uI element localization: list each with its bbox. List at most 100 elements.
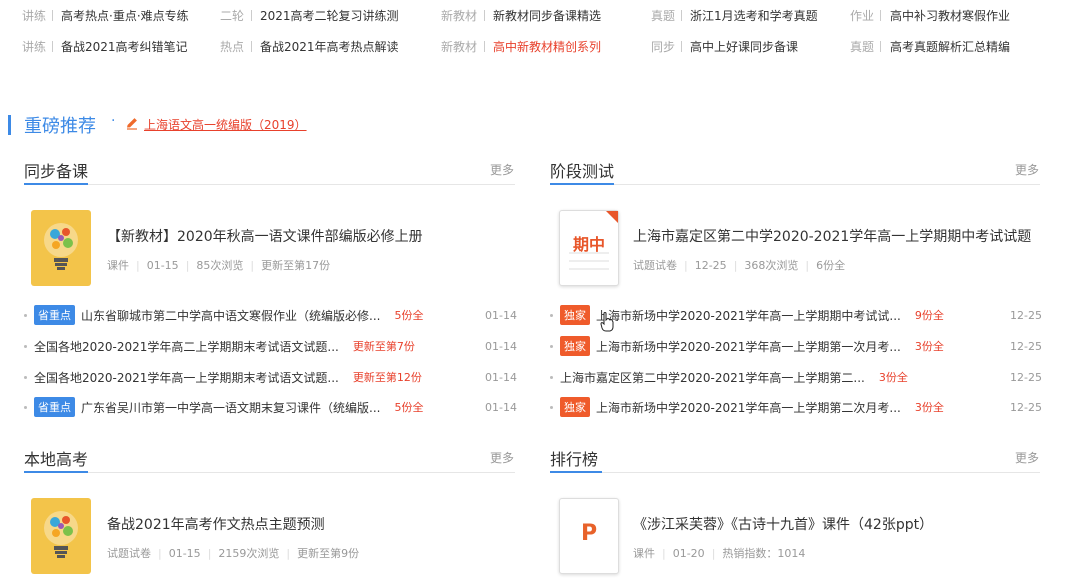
meta-views: 2159次浏览 bbox=[218, 547, 280, 560]
tag-label: 二轮 bbox=[220, 9, 245, 23]
lightbulb-thumbnail-icon[interactable] bbox=[31, 210, 91, 286]
tag-label: 新教材 bbox=[441, 40, 478, 54]
divider bbox=[880, 10, 881, 21]
bullet bbox=[550, 375, 553, 379]
meta-date: 01-15 bbox=[146, 259, 179, 272]
list-item[interactable]: 全国各地2020-2021学年高二上学期期末考试语文试题... 更新至第7份 bbox=[24, 337, 415, 355]
meta-views: 85次浏览 bbox=[196, 259, 244, 272]
item-count: 更新至第7份 bbox=[352, 340, 415, 353]
meta-date: 01-20 bbox=[672, 547, 705, 560]
bullet bbox=[550, 344, 553, 348]
tag-label: 讲练 bbox=[22, 40, 47, 54]
item-count: 更新至第12份 bbox=[352, 371, 422, 384]
more-link[interactable]: 更多 bbox=[490, 449, 514, 466]
item-count: 9份全 bbox=[914, 309, 944, 322]
tag-label: 同步 bbox=[651, 40, 676, 54]
item-title[interactable]: 山东省聊城市第二中学高中语文寒假作业（统编版必修... bbox=[81, 307, 380, 324]
item-date: 01-14 bbox=[485, 340, 517, 353]
bullet bbox=[24, 375, 27, 379]
item-title[interactable]: 全国各地2020-2021学年高一上学期期末考试语文试题... bbox=[34, 369, 339, 386]
list-item[interactable]: 独家 上海市新场中学2020-2021学年高一上学期第一次月考... 3份全 bbox=[550, 336, 944, 356]
exclusive-badge: 独家 bbox=[560, 305, 590, 325]
bullet bbox=[550, 313, 553, 317]
tag-label: 真题 bbox=[850, 40, 875, 54]
section-rule bbox=[550, 472, 1040, 473]
item-title[interactable]: 上海市嘉定区第二中学2020-2021学年高一上学期第二... bbox=[560, 369, 865, 386]
item-count: 3份全 bbox=[878, 371, 908, 384]
featured-title[interactable]: 备战2021年高考作文热点主题预测 bbox=[107, 514, 325, 534]
more-link[interactable]: 更多 bbox=[490, 161, 514, 178]
meta-type: 课件 bbox=[633, 547, 655, 560]
meta-date: 01-15 bbox=[168, 547, 201, 560]
section-underline bbox=[24, 471, 88, 473]
section-title: 阶段测试 bbox=[550, 162, 615, 181]
item-date: 12-25 bbox=[1010, 309, 1042, 322]
divider bbox=[52, 10, 53, 21]
divider bbox=[484, 41, 485, 52]
item-title[interactable]: 上海市新场中学2020-2021学年高一上学期期中考试试... bbox=[596, 307, 901, 324]
more-link[interactable]: 更多 bbox=[1015, 161, 1039, 178]
meta-views: 368次浏览 bbox=[744, 259, 799, 272]
divider bbox=[681, 41, 682, 52]
list-item[interactable]: 省重点 山东省聊城市第二中学高中语文寒假作业（统编版必修... 5份全 bbox=[24, 305, 423, 325]
top-link[interactable]: 备战2021年高考热点解读 bbox=[260, 38, 399, 55]
bullet bbox=[24, 313, 27, 317]
featured-title[interactable]: 【新教材】2020年秋高一语文课件部编版必修上册 bbox=[107, 226, 423, 246]
divider bbox=[52, 41, 53, 52]
thumb-label: 期中 bbox=[572, 235, 605, 254]
top-link[interactable]: 高考真题解析汇总精编 bbox=[890, 38, 1010, 55]
top-link[interactable]: 高中补习教材寒假作业 bbox=[890, 7, 1010, 24]
thumb-label: P bbox=[580, 521, 598, 546]
meta-hot: 热销指数：1014 bbox=[722, 547, 806, 560]
section-underline bbox=[24, 183, 88, 185]
item-title[interactable]: 广东省吴川市第一中学高一语文期末复习课件（统编版... bbox=[81, 399, 380, 416]
tag-label: 热点 bbox=[220, 40, 245, 54]
featured-title[interactable]: 《涉江采芙蓉》《古诗十九首》课件（42张ppt） bbox=[633, 514, 933, 534]
section-title: 本地高考 bbox=[24, 450, 89, 469]
meta-date: 12-25 bbox=[694, 259, 727, 272]
lightbulb-thumbnail-icon[interactable] bbox=[31, 498, 91, 574]
item-title[interactable]: 全国各地2020-2021学年高二上学期期末考试语文试题... bbox=[34, 338, 339, 355]
item-title[interactable]: 上海市新场中学2020-2021学年高一上学期第一次月考... bbox=[596, 338, 901, 355]
divider bbox=[681, 10, 682, 21]
item-title[interactable]: 上海市新场中学2020-2021学年高一上学期第二次月考... bbox=[596, 399, 901, 416]
top-link[interactable]: 备战2021高考纠错笔记 bbox=[61, 38, 188, 55]
featured-meta: 试题试卷 | 12-25 | 368次浏览 | 6份全 bbox=[633, 259, 846, 272]
divider bbox=[251, 10, 252, 21]
list-item[interactable]: 独家 上海市新场中学2020-2021学年高一上学期第二次月考... 3份全 bbox=[550, 397, 944, 417]
top-link[interactable]: 高中上好课同步备课 bbox=[690, 38, 798, 55]
featured-meta: 试题试卷 | 01-15 | 2159次浏览 | 更新至第9份 bbox=[107, 547, 360, 560]
tag-label: 新教材 bbox=[441, 9, 478, 23]
top-link[interactable]: 高中新教材精创系列 bbox=[493, 38, 601, 55]
more-link[interactable]: 更多 bbox=[1015, 449, 1039, 466]
exclusive-badge: 独家 bbox=[560, 397, 590, 417]
textbook-version-link[interactable]: 上海语文高一统编版（2019） bbox=[144, 116, 307, 133]
list-item[interactable]: 上海市嘉定区第二中学2020-2021学年高一上学期第二... 3份全 bbox=[550, 368, 908, 386]
section-rule bbox=[24, 472, 515, 473]
item-date: 12-25 bbox=[1010, 371, 1042, 384]
meta-type: 课件 bbox=[107, 259, 129, 272]
featured-title[interactable]: 上海市嘉定区第二中学2020-2021学年高一上学期期中考试试题 bbox=[633, 226, 1031, 246]
accent-bar bbox=[8, 115, 11, 135]
top-link[interactable]: 浙江1月选考和学考真题 bbox=[690, 7, 818, 24]
top-link[interactable]: 新教材同步备课精选 bbox=[493, 7, 601, 24]
bullet bbox=[24, 405, 27, 409]
top-link[interactable]: 高考热点·重点·难点专练 bbox=[61, 7, 189, 24]
item-date: 12-25 bbox=[1010, 401, 1042, 414]
item-date: 12-25 bbox=[1010, 340, 1042, 353]
list-item[interactable]: 省重点 广东省吴川市第一中学高一语文期末复习课件（统编版... 5份全 bbox=[24, 397, 423, 417]
item-count: 3份全 bbox=[914, 340, 944, 353]
top-link[interactable]: 2021高考二轮复习讲练测 bbox=[260, 7, 399, 24]
tag-label: 讲练 bbox=[22, 9, 47, 23]
ppt-thumbnail-icon[interactable]: P bbox=[559, 498, 619, 574]
section-rule bbox=[550, 184, 1040, 185]
featured-meta: 课件 | 01-15 | 85次浏览 | 更新至第17份 bbox=[107, 259, 331, 272]
document-thumbnail-icon[interactable]: 期中 bbox=[559, 210, 619, 286]
item-date: 01-14 bbox=[485, 371, 517, 384]
item-date: 01-14 bbox=[485, 309, 517, 322]
bullet bbox=[24, 344, 27, 348]
separator-dot: · bbox=[111, 113, 116, 129]
key-school-badge: 省重点 bbox=[34, 305, 75, 325]
section-underline bbox=[550, 471, 602, 473]
list-item[interactable]: 全国各地2020-2021学年高一上学期期末考试语文试题... 更新至第12份 bbox=[24, 368, 422, 386]
